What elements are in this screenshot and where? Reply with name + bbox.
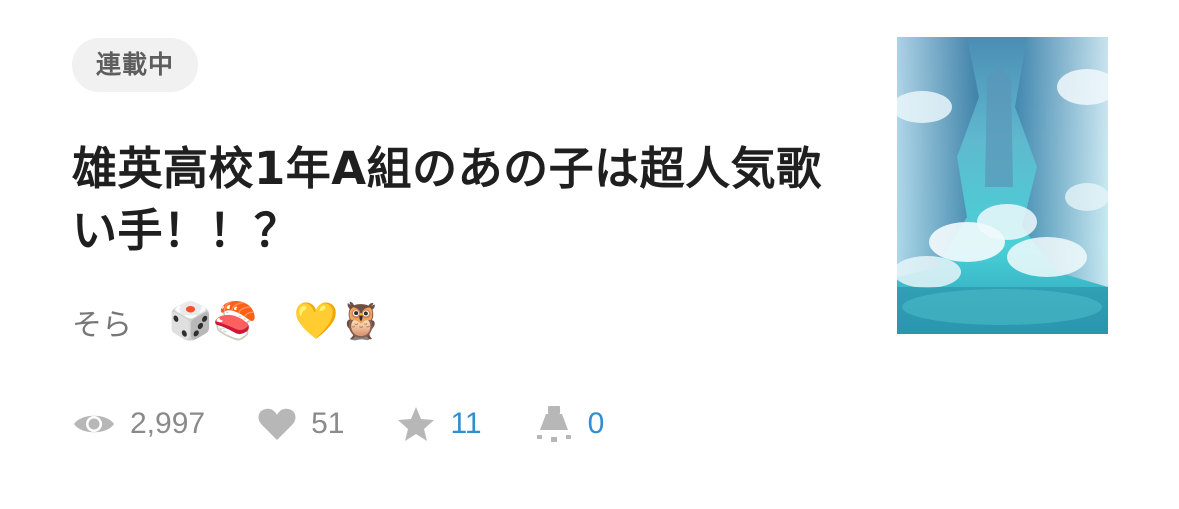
cover-image[interactable] (897, 37, 1108, 334)
stars-stat[interactable]: 11 (396, 405, 482, 443)
author-row: そら 🎲🍣 💛🦉 (72, 292, 383, 352)
author-emoji: 🎲🍣 💛🦉 (168, 301, 384, 342)
views-stat: 2,997 (72, 407, 205, 441)
novel-title[interactable]: 雄英高校1年A組のあの子は超人気歌い手！！？ (72, 138, 862, 262)
spotlight-icon (536, 406, 571, 442)
heart-icon (258, 408, 296, 440)
stats-row: 2,997 51 11 0 (72, 396, 656, 452)
stars-count: 11 (450, 407, 482, 440)
novel-card[interactable]: 連載中 雄英高校1年A組のあの子は超人気歌い手！！？ そら 🎲🍣 💛🦉 2,99… (0, 0, 1179, 509)
status-badge: 連載中 (72, 38, 199, 92)
views-count: 2,997 (130, 407, 206, 440)
author-name[interactable]: そら (72, 300, 132, 344)
likes-count: 51 (311, 407, 345, 440)
star-icon (398, 407, 435, 441)
cover-art (897, 37, 1108, 334)
likes-stat[interactable]: 51 (257, 406, 344, 442)
reactions-count: 0 (587, 407, 605, 440)
eye-icon (74, 415, 114, 433)
reactions-stat[interactable]: 0 (534, 404, 605, 444)
